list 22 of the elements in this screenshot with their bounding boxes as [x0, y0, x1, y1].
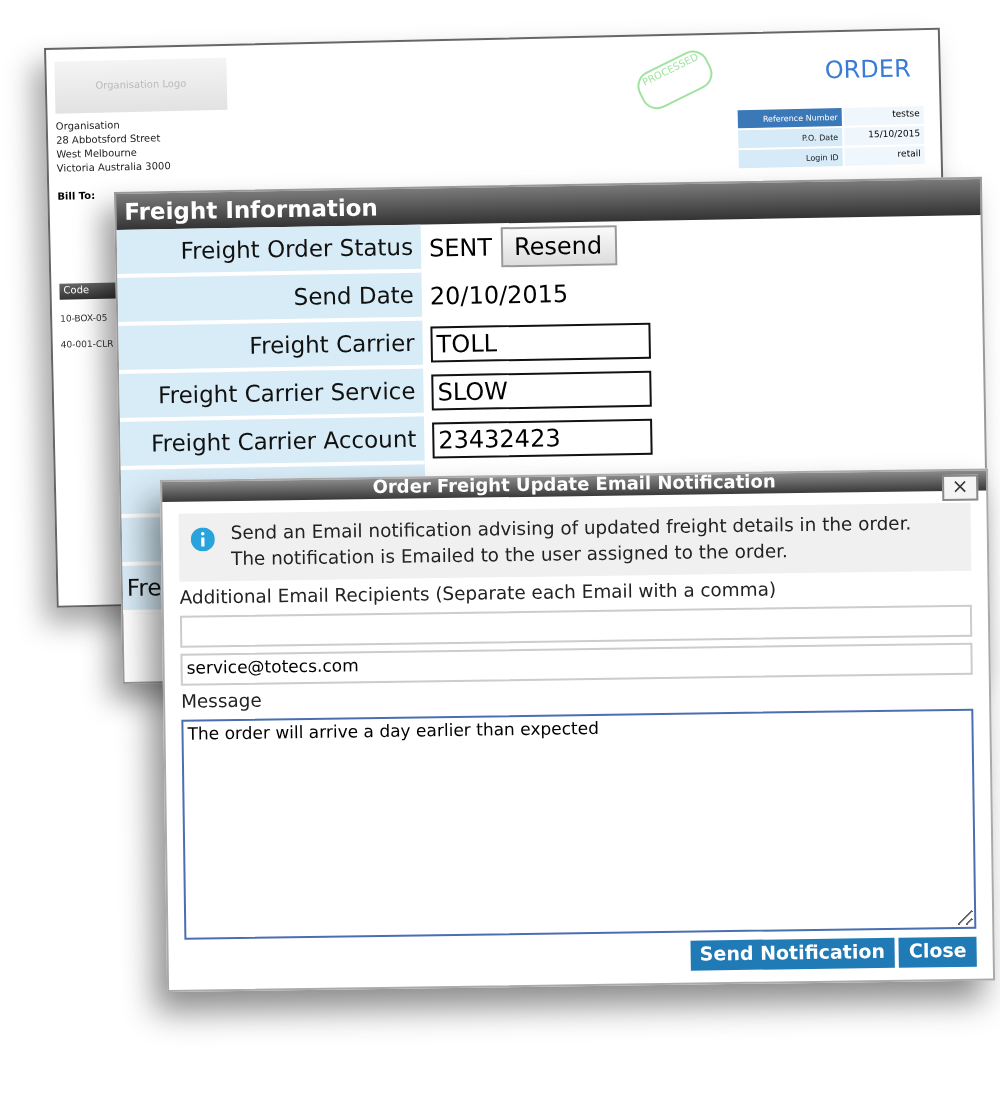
close-button[interactable]: Close: [898, 936, 977, 968]
field-label: Freight Carrier Service: [119, 368, 424, 422]
input-field[interactable]: SLOW: [431, 370, 652, 411]
dialog-title: Order Freight Update Email Notification: [372, 473, 776, 500]
info-icon: [190, 527, 215, 552]
input-field[interactable]: [179, 604, 973, 648]
field-label: Freight Carrier: [118, 320, 424, 374]
recipients-field[interactable]: service@totecs.com: [180, 642, 973, 686]
order-title: ORDER: [824, 54, 912, 89]
input-field[interactable]: 23432423: [432, 418, 653, 459]
resend-button[interactable]: Resend: [499, 225, 617, 268]
field-label: Freight Order Status: [116, 224, 422, 278]
status-text: SENT: [428, 233, 493, 263]
info-text: Send an Email notification advising of updated freight details in the order.: [230, 511, 912, 545]
send-button[interactable]: Send Notification: [689, 937, 896, 971]
close-button[interactable]: ×: [942, 474, 979, 502]
field-label: Send Date: [117, 272, 423, 326]
message-field[interactable]: The order will arrive a day earlier than expected: [181, 708, 977, 940]
input-field[interactable]: TOLL: [430, 322, 651, 363]
message-label: Message: [180, 690, 262, 714]
field-value: 20/10/2015: [429, 280, 569, 311]
field-label: Freight Carrier Account: [120, 416, 425, 470]
